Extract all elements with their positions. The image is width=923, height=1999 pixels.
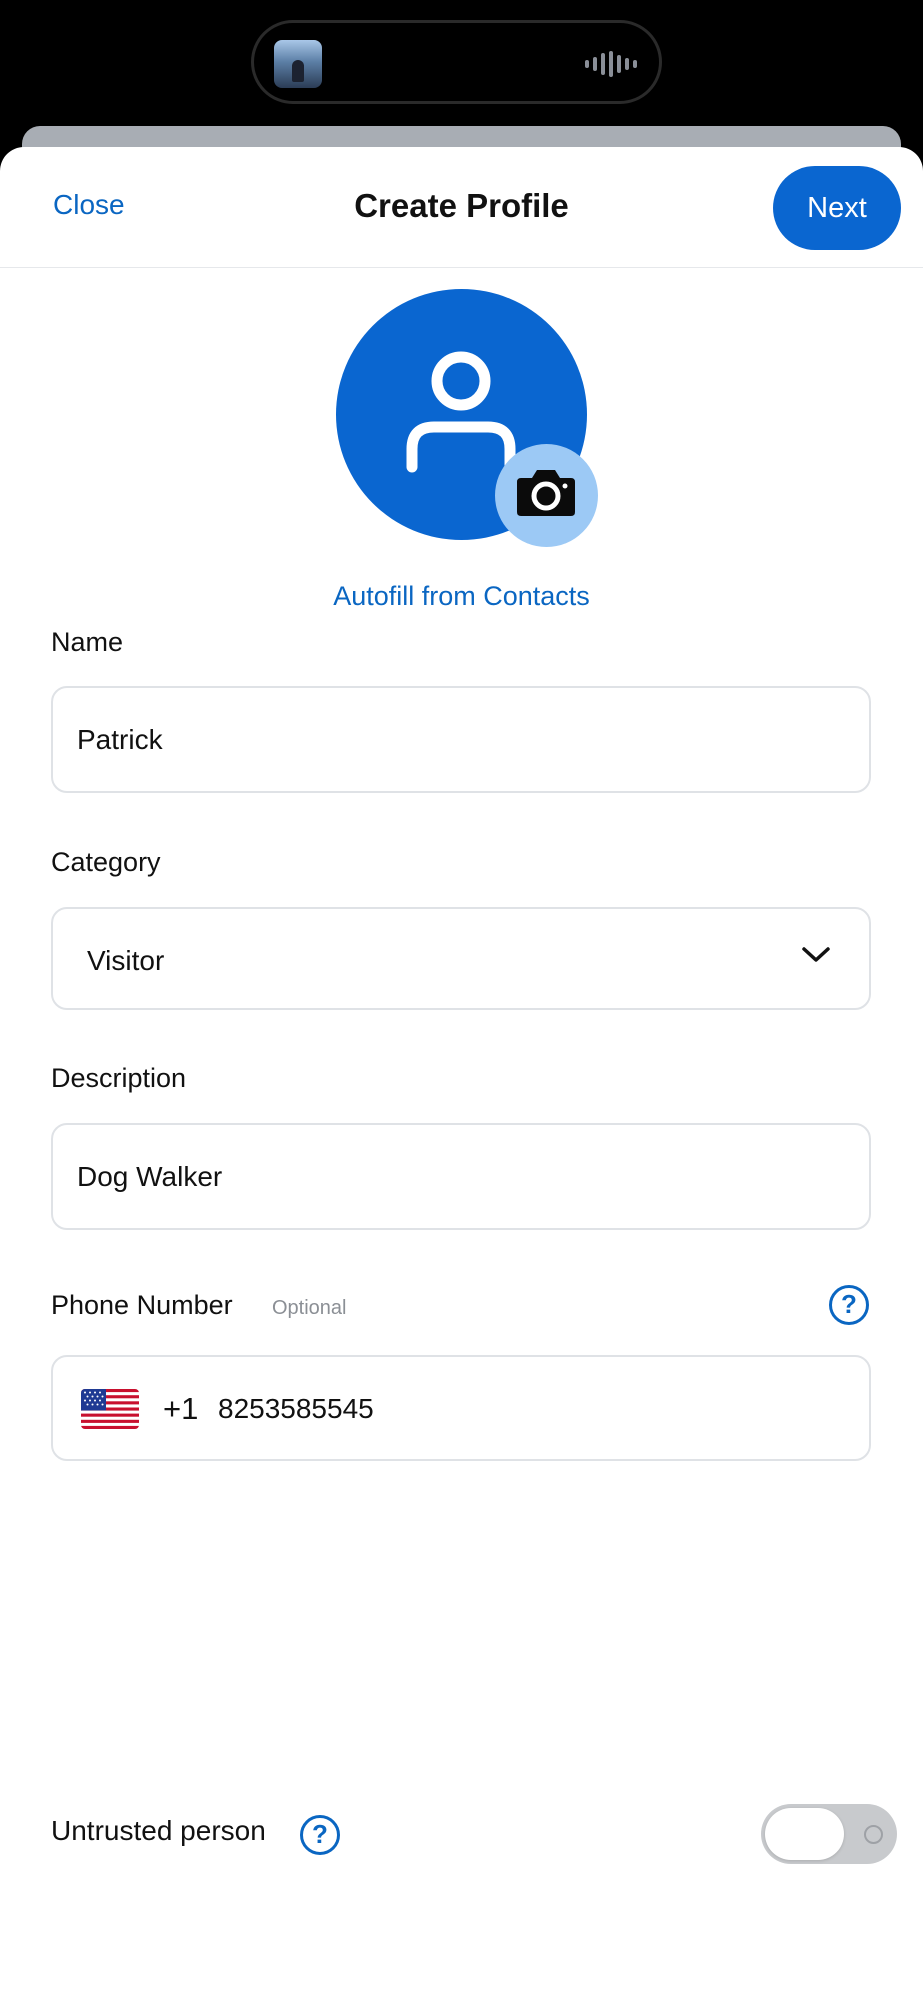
- change-photo-button[interactable]: [495, 444, 598, 547]
- toggle-knob: [765, 1808, 844, 1860]
- autofill-from-contacts-link[interactable]: Autofill from Contacts: [0, 581, 923, 612]
- camera-icon: [517, 470, 575, 516]
- next-button[interactable]: Next: [773, 166, 901, 250]
- untrusted-person-label: Untrusted person: [51, 1815, 266, 1846]
- description-label: Description: [51, 1063, 187, 1093]
- chevron-down-icon: [802, 947, 830, 962]
- dynamic-island[interactable]: [251, 20, 662, 104]
- category-label: Category: [51, 847, 161, 877]
- untrusted-person-toggle[interactable]: [761, 1804, 897, 1864]
- description-field[interactable]: Dog Walker: [51, 1123, 871, 1230]
- name-value: Patrick: [77, 724, 163, 755]
- phone-number-label: Phone Number: [51, 1290, 233, 1320]
- name-label: Name: [51, 627, 124, 657]
- category-select[interactable]: Visitor: [51, 907, 871, 1010]
- sheet-header: Close Create Profile Next: [0, 147, 923, 268]
- create-profile-sheet: Close Create Profile Next Autofill from …: [0, 147, 923, 1999]
- audio-waveform-icon: [585, 51, 637, 77]
- name-field[interactable]: Patrick: [51, 686, 871, 793]
- now-playing-artwork: [274, 40, 322, 88]
- phone-value: 8253585545: [218, 1393, 374, 1424]
- us-flag-icon[interactable]: [81, 1389, 139, 1429]
- untrusted-help-icon[interactable]: ?: [300, 1815, 340, 1855]
- country-code[interactable]: +1: [163, 1391, 198, 1427]
- phone-field[interactable]: +1 8253585545: [51, 1355, 871, 1461]
- description-value: Dog Walker: [77, 1161, 223, 1192]
- category-value: Visitor: [87, 945, 165, 976]
- toggle-off-indicator: [864, 1825, 883, 1844]
- phone-help-icon[interactable]: ?: [829, 1285, 869, 1325]
- optional-label: Optional: [272, 1297, 347, 1319]
